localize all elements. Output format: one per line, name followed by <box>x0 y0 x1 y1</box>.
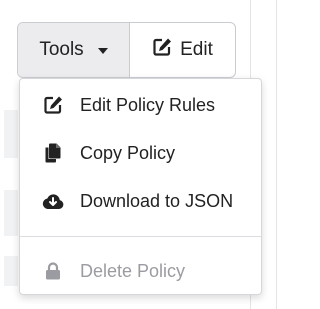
edit-icon <box>152 37 172 63</box>
menu-item-label: Edit Policy Rules <box>80 94 216 115</box>
menu-item-label: Delete Policy <box>80 260 186 281</box>
edit-button[interactable]: Edit <box>130 23 235 77</box>
background-border <box>276 0 277 309</box>
tools-dropdown-button[interactable]: Tools <box>18 23 130 77</box>
menu-item-label: Copy Policy <box>80 142 176 163</box>
background-panel <box>4 110 18 158</box>
menu-item-copy-policy[interactable]: Copy Policy <box>20 133 261 173</box>
caret-down-icon <box>97 48 108 54</box>
menu-item-download-json[interactable]: Download to JSON <box>20 181 261 221</box>
background-panel <box>4 190 18 236</box>
tools-dropdown-menu: Edit Policy Rules Copy Policy Download t… <box>19 78 262 295</box>
menu-divider <box>20 236 261 237</box>
menu-item-edit-policy-rules[interactable]: Edit Policy Rules <box>20 85 261 125</box>
menu-item-label: Download to JSON <box>80 190 234 211</box>
toolbar-button-group: Tools Edit <box>17 22 236 78</box>
background-panel <box>4 256 18 286</box>
copy-icon <box>42 142 64 164</box>
edit-button-label: Edit <box>180 39 213 60</box>
lock-icon <box>42 260 64 282</box>
edit-icon <box>42 94 64 116</box>
tools-button-label: Tools <box>39 39 84 60</box>
menu-item-delete-policy: Delete Policy <box>20 251 261 291</box>
cloud-download-icon <box>42 190 64 212</box>
